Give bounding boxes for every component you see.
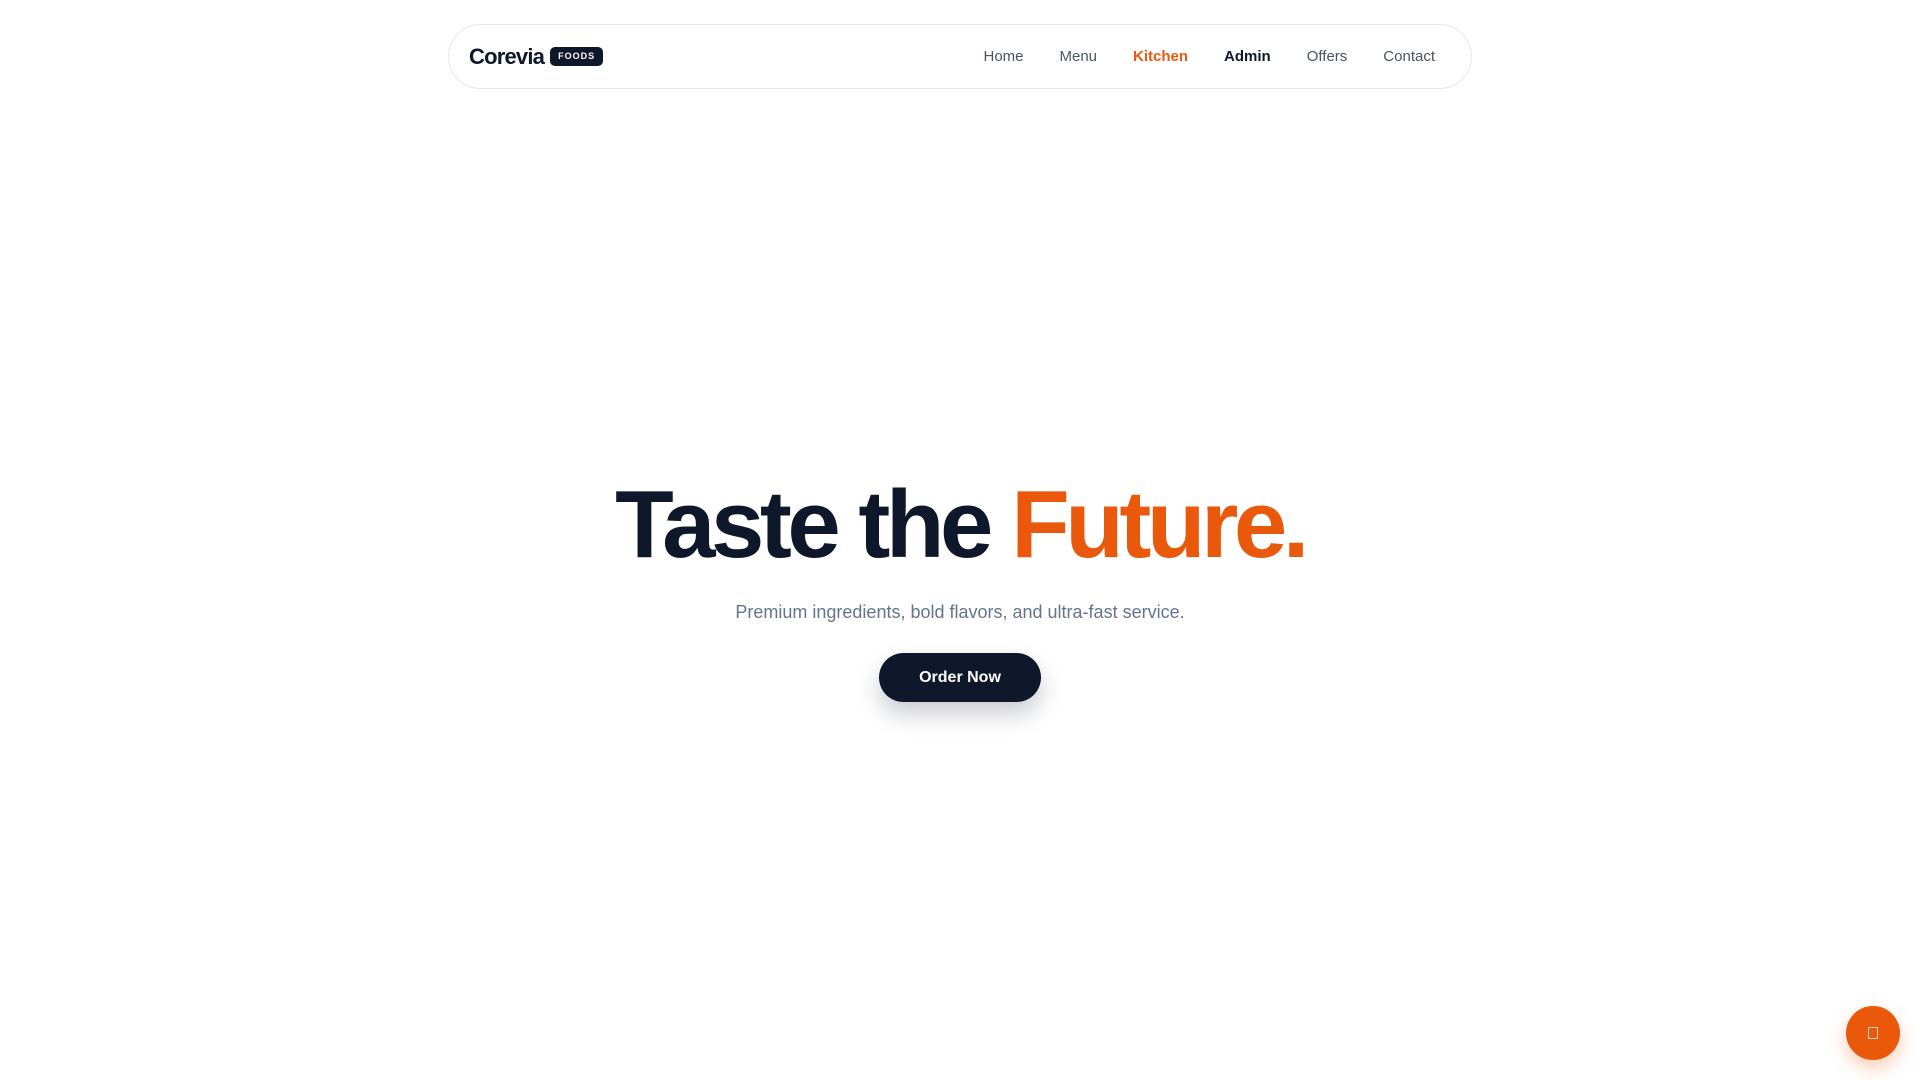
nav-link-offers[interactable]: Offers — [1307, 48, 1348, 65]
hero-title-main: Taste the — [615, 471, 993, 578]
order-now-button[interactable]: Order Now — [879, 653, 1041, 702]
nav-link-contact[interactable]: Contact — [1383, 48, 1435, 65]
nav-link-admin[interactable]: Admin — [1224, 48, 1271, 65]
brand-logo[interactable]: Corevia FOODS — [469, 43, 604, 70]
brand-name: Corevia — [469, 43, 545, 69]
top-navbar: Corevia FOODS Home Menu Kitchen Admin Of… — [448, 24, 1472, 89]
floating-action-button[interactable] — [1846, 1006, 1900, 1060]
hero-subtitle: Premium ingredients, bold flavors, and u… — [735, 602, 1185, 622]
nav-link-menu[interactable]: Menu — [1060, 48, 1098, 65]
chat-icon — [1868, 1027, 1878, 1039]
hero-title: Taste the Future. — [0, 470, 1920, 580]
hero-section: Taste the Future. Premium ingredients, b… — [0, 470, 1920, 702]
hero-title-accent: Future. — [1011, 471, 1309, 578]
nav-links: Home Menu Kitchen Admin Offers Contact — [983, 48, 1435, 65]
nav-link-home[interactable]: Home — [983, 48, 1023, 65]
brand-badge: FOODS — [550, 47, 604, 66]
nav-link-kitchen[interactable]: Kitchen — [1133, 48, 1188, 65]
